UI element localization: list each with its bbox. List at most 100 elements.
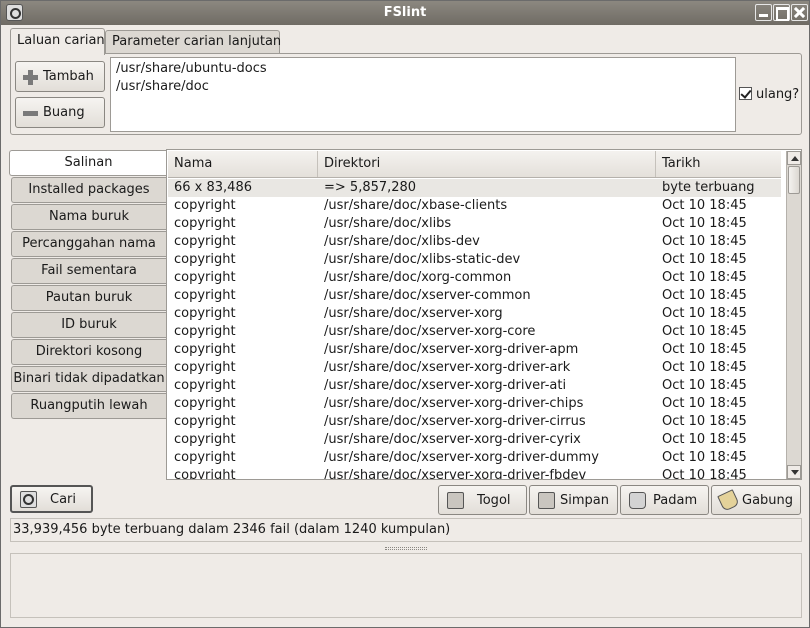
cell-name: copyright [174, 216, 236, 231]
summary-count: 66 x 83,486 [174, 180, 252, 195]
summary-row[interactable]: 66 x 83,486 => 5,857,280 byte terbuang [168, 179, 781, 197]
side-tab-bad-ids[interactable]: ID buruk [11, 312, 166, 338]
column-header-name[interactable]: Nama [168, 151, 318, 177]
scroll-up-icon[interactable] [787, 151, 801, 165]
cell-date: Oct 10 18:45 [662, 306, 747, 321]
table-row[interactable]: copyright/usr/share/doc/xserver-xorg-dri… [168, 359, 781, 377]
summary-bytes: => 5,857,280 [324, 180, 417, 195]
scroll-down-icon[interactable] [787, 465, 801, 479]
table-row[interactable]: copyright/usr/share/doc/xlibs-static-dev… [168, 251, 781, 269]
table-row[interactable]: copyright/usr/share/doc/xorg-common Oct 1… [168, 269, 781, 287]
tab-advanced-search-parameters[interactable]: Parameter carian lanjutan [105, 30, 281, 53]
trash-icon [629, 492, 646, 509]
minus-icon [23, 111, 38, 116]
minimize-icon[interactable] [755, 4, 772, 21]
table-row[interactable]: copyright/usr/share/doc/xserver-xorg-dri… [168, 377, 781, 395]
cell-name: copyright [174, 198, 236, 213]
status-bar: 33,939,456 byte terbuang dalam 2346 fail… [10, 518, 802, 542]
search-icon [20, 491, 37, 508]
side-tab-installed-packages[interactable]: Installed packages [11, 177, 166, 203]
side-tab-name-clashes[interactable]: Percanggahan nama [11, 231, 166, 257]
merge-label: Gabung [742, 493, 794, 508]
table-row[interactable]: copyright/usr/share/doc/xserver-xorg-dri… [168, 431, 781, 449]
recurse-checkbox[interactable]: ulang? [739, 87, 799, 102]
side-tab-temp-files[interactable]: Fail sementara [11, 258, 166, 284]
table-row[interactable]: copyright/usr/share/doc/xserver-xorg-dri… [168, 395, 781, 413]
cell-directory: /usr/share/doc/xserver-xorg-driver-cirru… [324, 414, 586, 429]
table-row[interactable]: copyright/usr/share/doc/xserver-xorg-dri… [168, 449, 781, 467]
cell-date: Oct 10 18:45 [662, 234, 747, 249]
cell-date: Oct 10 18:45 [662, 324, 747, 339]
table-row[interactable]: copyright/usr/share/doc/xserver-common Oc… [168, 287, 781, 305]
output-panel [10, 553, 802, 618]
remove-path-label: Buang [43, 105, 85, 120]
cell-directory: /usr/share/doc/xlibs [324, 216, 452, 231]
table-row[interactable]: copyright/usr/share/doc/xserver-xorg-dri… [168, 341, 781, 359]
cell-date: Oct 10 18:45 [662, 342, 747, 357]
cell-name: copyright [174, 396, 236, 411]
cell-name: copyright [174, 360, 236, 375]
save-icon [538, 492, 555, 509]
recurse-label: ulang? [756, 87, 800, 102]
table-header: Nama Direktori Tarikh [168, 151, 781, 178]
table-row[interactable]: copyright/usr/share/doc/xbase-clients Oct… [168, 197, 781, 215]
cell-date: Oct 10 18:45 [662, 396, 747, 411]
cell-date: Oct 10 18:45 [662, 432, 747, 447]
cell-directory: /usr/share/doc/xserver-xorg-core [324, 324, 536, 339]
side-tab-bad-symlinks[interactable]: Pautan buruk [11, 285, 166, 311]
path-item[interactable]: /usr/share/doc [111, 78, 735, 96]
cell-date: Oct 10 18:45 [662, 450, 747, 465]
cell-date: Oct 10 18:45 [662, 414, 747, 429]
table-body: 66 x 83,486 => 5,857,280 byte terbuang c… [168, 179, 781, 479]
table-row[interactable]: copyright/usr/share/doc/xserver-xorg-dri… [168, 467, 781, 479]
cell-directory: /usr/share/doc/xserver-xorg-driver-dummy [324, 450, 599, 465]
save-button[interactable]: Simpan [529, 485, 618, 515]
toggle-selection-button[interactable]: Togol [438, 485, 527, 515]
column-header-date[interactable]: Tarikh [656, 151, 781, 177]
cell-name: copyright [174, 270, 236, 285]
remove-path-button[interactable]: Buang [15, 97, 105, 128]
side-tab-duplicates[interactable]: Salinan [9, 150, 167, 176]
cell-directory: /usr/share/doc/xserver-xorg-driver-ark [324, 360, 571, 375]
scroll-thumb[interactable] [788, 166, 800, 194]
cell-name: copyright [174, 414, 236, 429]
tab-search-path[interactable]: Laluan carian [10, 28, 105, 55]
add-path-label: Tambah [43, 69, 94, 84]
title-bar[interactable]: FSlint [1, 1, 809, 25]
delete-label: Padam [653, 493, 698, 508]
path-item[interactable]: /usr/share/ubuntu-docs [111, 60, 735, 78]
maximize-icon[interactable] [773, 4, 790, 21]
table-row[interactable]: copyright/usr/share/doc/xserver-xorg Oct … [168, 305, 781, 323]
search-path-list[interactable]: /usr/share/ubuntu-docs /usr/share/doc [110, 57, 736, 132]
table-row[interactable]: copyright/usr/share/doc/xserver-xorg-cor… [168, 323, 781, 341]
cell-date: Oct 10 18:45 [662, 252, 747, 267]
fslint-window: FSlint Laluan carian Parameter carian la… [0, 0, 810, 628]
close-icon[interactable] [791, 4, 808, 21]
cell-name: copyright [174, 306, 236, 321]
delete-button[interactable]: Padam [620, 485, 709, 515]
cell-date: Oct 10 18:45 [662, 198, 747, 213]
side-tab-empty-directories[interactable]: Direktori kosong [11, 339, 166, 365]
side-tab-redundant-whitespace[interactable]: Ruangputih lewah [11, 393, 166, 419]
side-tab-bad-names[interactable]: Nama buruk [11, 204, 166, 230]
cell-directory: /usr/share/doc/xlibs-dev [324, 234, 480, 249]
table-row[interactable]: copyright/usr/share/doc/xserver-xorg-dri… [168, 413, 781, 431]
cell-directory: /usr/share/doc/xlibs-static-dev [324, 252, 521, 267]
side-tab-non-stripped-binaries[interactable]: Binari tidak dipadatkan [11, 366, 166, 392]
cell-name: copyright [174, 342, 236, 357]
cell-directory: /usr/share/doc/xserver-common [324, 288, 531, 303]
results-table[interactable]: Nama Direktori Tarikh 66 x 83,486 => 5,8… [166, 149, 802, 480]
add-path-button[interactable]: Tambah [15, 61, 105, 92]
merge-button[interactable]: Gabung [711, 485, 801, 515]
table-row[interactable]: copyright/usr/share/doc/xlibs Oct 10 18:4… [168, 215, 781, 233]
column-header-directory[interactable]: Direktori [318, 151, 656, 177]
results-scrollbar[interactable] [786, 151, 801, 479]
cell-date: Oct 10 18:45 [662, 468, 747, 479]
table-row[interactable]: copyright/usr/share/doc/xlibs-dev Oct 10 … [168, 233, 781, 251]
cell-date: Oct 10 18:45 [662, 270, 747, 285]
checkbox-checked-icon[interactable] [739, 87, 752, 100]
window-title: FSlint [383, 5, 427, 20]
find-button[interactable]: Cari [10, 485, 93, 513]
pane-resize-handle[interactable] [385, 547, 427, 550]
cell-name: copyright [174, 450, 236, 465]
